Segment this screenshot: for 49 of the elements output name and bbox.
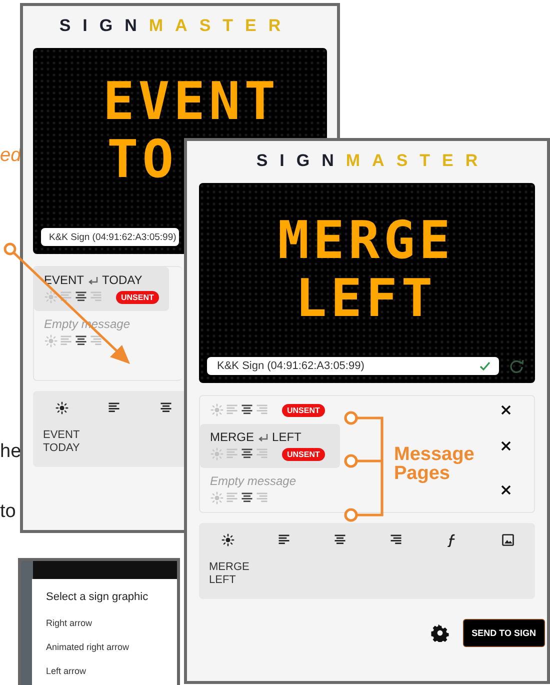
align-left-icon[interactable] [277, 533, 291, 547]
align-right-icon[interactable] [389, 533, 403, 547]
message-row[interactable]: EVENT TODAY UNSENT [34, 267, 169, 311]
logo-text: SIGN MASTER [58, 16, 294, 36]
close-icon[interactable] [500, 440, 512, 452]
caption-text: to [0, 501, 16, 523]
close-icon[interactable] [500, 484, 512, 496]
align-center-icon[interactable] [74, 334, 88, 348]
editor-text[interactable]: EVENT TODAY [43, 429, 93, 455]
image-icon[interactable] [501, 533, 515, 547]
message-text: EVENT [44, 273, 84, 287]
burst-icon[interactable] [55, 401, 69, 415]
device-field[interactable]: K&K Sign (04:91:62:A3:05:99) [41, 228, 179, 246]
logo-text: SIGN MASTER [255, 151, 490, 171]
align-center-icon[interactable] [240, 447, 254, 461]
graphic-option[interactable]: Right arrow [46, 618, 167, 628]
unsent-badge: UNSENT [116, 290, 159, 304]
close-icon[interactable] [500, 404, 512, 416]
editor-text[interactable]: MERGE LEFT [209, 561, 259, 587]
sign-text: TO [106, 132, 178, 188]
device-field[interactable]: K&K Sign (04:91:62:A3:05:99) [207, 357, 499, 375]
settings-icon[interactable] [430, 624, 449, 642]
sign-text: EVENT [103, 74, 280, 130]
send-button[interactable]: SEND TO SIGN [462, 619, 545, 647]
align-center-icon[interactable] [240, 491, 254, 505]
unsent-badge: UNSENT [282, 448, 325, 460]
callout-text: Message Pages [394, 445, 476, 483]
align-center-icon[interactable] [333, 533, 347, 547]
graphic-option[interactable]: Left arrow [46, 666, 167, 676]
message-text: TODAY [102, 273, 142, 287]
line-break-icon [257, 432, 270, 442]
message-text: LEFT [272, 430, 302, 444]
message-placeholder: Empty message [210, 474, 296, 488]
caption-text: he [0, 441, 22, 463]
message-row[interactable]: UNSENT [200, 396, 340, 424]
line-break-icon [87, 274, 100, 286]
align-left-icon[interactable] [107, 401, 121, 415]
burst-icon[interactable] [221, 533, 235, 547]
sign-text: MERGE [278, 213, 454, 269]
unsent-badge: UNSENT [282, 404, 325, 416]
graphic-option[interactable]: Animated right arrow [46, 642, 167, 652]
sign-text: LEFT [295, 271, 437, 327]
message-row[interactable]: MERGE LEFT UNSENT [200, 424, 340, 468]
align-center-icon[interactable] [240, 403, 254, 417]
align-center-icon[interactable] [74, 290, 88, 304]
align-center-icon[interactable] [159, 401, 173, 415]
dialog-title: Select a sign graphic [46, 591, 150, 603]
refresh-icon[interactable] [509, 358, 525, 374]
message-text: MERGE [210, 430, 254, 444]
